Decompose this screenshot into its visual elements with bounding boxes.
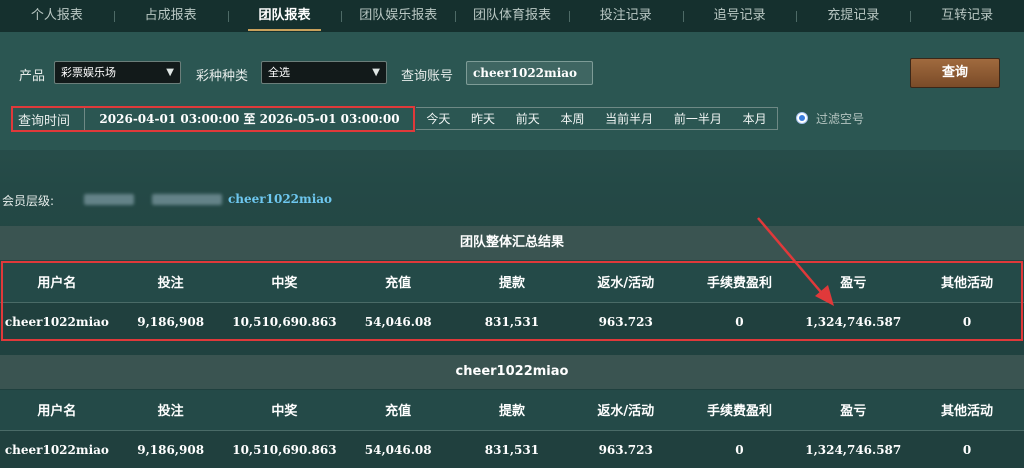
summary-title: 团队整体汇总结果 bbox=[0, 226, 1024, 260]
table-cell: 0 bbox=[682, 429, 797, 468]
column-header: 提款 bbox=[455, 390, 569, 430]
date-range-input[interactable]: 2026-04-01 03:00:00 至 2026-05-01 03:00:0… bbox=[84, 108, 414, 130]
table-cell: cheer1022miao bbox=[0, 429, 114, 468]
filter-empty-radio[interactable] bbox=[796, 112, 808, 124]
table-cell: 54,046.08 bbox=[341, 301, 456, 341]
column-header: 其他活动 bbox=[910, 262, 1024, 302]
table-cell: 54,046.08 bbox=[341, 429, 456, 468]
table-cell: 10,510,690.863 bbox=[227, 301, 342, 341]
table-cell: 9,186,908 bbox=[113, 429, 228, 468]
column-header: 返水/活动 bbox=[568, 390, 683, 430]
column-header: 投注 bbox=[113, 262, 228, 302]
summary-table: 用户名 投注 中奖 充值 提款 返水/活动 手续费盈利 盈亏 其他活动 chee… bbox=[0, 262, 1024, 341]
table-cell: 9,186,908 bbox=[113, 301, 228, 341]
product-select[interactable]: 彩票娱乐场 ▼ bbox=[54, 61, 181, 84]
table-cell: 963.723 bbox=[568, 429, 683, 468]
column-header: 投注 bbox=[113, 390, 228, 430]
quick-range-yesterday[interactable]: 昨天 bbox=[471, 110, 495, 127]
table-row: cheer1022miao 9,186,908 10,510,690.863 5… bbox=[0, 301, 1024, 341]
tab-chase-records[interactable]: 追号记录 bbox=[682, 0, 797, 32]
tab-team-entertainment-report[interactable]: 团队娱乐报表 bbox=[341, 0, 455, 32]
account-input[interactable] bbox=[466, 61, 593, 85]
tab-bet-records[interactable]: 投注记录 bbox=[568, 0, 683, 32]
detail-table: 用户名 投注 中奖 充值 提款 返水/活动 手续费盈利 盈亏 其他活动 chee… bbox=[0, 390, 1024, 468]
blurred-level-segment bbox=[152, 194, 222, 205]
tab-team-sports-report[interactable]: 团队体育报表 bbox=[455, 0, 569, 32]
lottery-type-select[interactable]: 全选 ▼ bbox=[261, 61, 387, 84]
product-label: 产品 bbox=[19, 69, 46, 84]
tab-deposit-withdraw-records[interactable]: 充提记录 bbox=[796, 0, 910, 32]
column-header: 盈亏 bbox=[796, 390, 911, 430]
tab-team-report[interactable]: 团队报表 bbox=[227, 0, 342, 32]
table-cell: 963.723 bbox=[568, 301, 683, 341]
quick-range-group: 今天 昨天 前天 本周 当前半月 前一半月 本月 bbox=[416, 107, 778, 130]
column-header: 中奖 bbox=[227, 390, 342, 430]
table-header-row: 用户名 投注 中奖 充值 提款 返水/活动 手续费盈利 盈亏 其他活动 bbox=[0, 390, 1024, 430]
table-cell: 0 bbox=[910, 429, 1024, 468]
detail-title: cheer1022miao bbox=[0, 355, 1024, 389]
table-row: cheer1022miao 9,186,908 10,510,690.863 5… bbox=[0, 429, 1024, 468]
table-cell: 10,510,690.863 bbox=[227, 429, 342, 468]
filter-empty-label[interactable]: 过滤空号 bbox=[816, 110, 864, 127]
chevron-down-icon: ▼ bbox=[372, 67, 380, 78]
tab-share-report[interactable]: 占成报表 bbox=[113, 0, 228, 32]
table-cell: 1,324,746.587 bbox=[796, 301, 911, 341]
member-level-account-link[interactable]: cheer1022miao bbox=[228, 192, 332, 206]
quick-range-current-half-month[interactable]: 当前半月 bbox=[605, 110, 653, 127]
top-nav: 个人报表 占成报表 团队报表 团队娱乐报表 团队体育报表 投注记录 追号记录 充… bbox=[0, 0, 1024, 32]
column-header: 充值 bbox=[341, 390, 456, 430]
column-header: 手续费盈利 bbox=[682, 390, 797, 430]
tab-transfer-records[interactable]: 互转记录 bbox=[910, 0, 1024, 32]
quick-range-this-month[interactable]: 本月 bbox=[743, 110, 767, 127]
column-header: 充值 bbox=[341, 262, 456, 302]
member-level-label: 会员层级: bbox=[2, 194, 55, 208]
quick-range-day-before[interactable]: 前天 bbox=[516, 110, 540, 127]
table-cell: 831,531 bbox=[455, 301, 569, 341]
table-cell: 831,531 bbox=[455, 429, 569, 468]
quick-range-today[interactable]: 今天 bbox=[426, 110, 450, 127]
column-header: 中奖 bbox=[227, 262, 342, 302]
column-header: 盈亏 bbox=[796, 262, 911, 302]
column-header: 其他活动 bbox=[910, 390, 1024, 430]
lottery-type-select-value: 全选 bbox=[268, 66, 290, 79]
table-cell: 1,324,746.587 bbox=[796, 429, 911, 468]
product-select-value: 彩票娱乐场 bbox=[61, 66, 116, 79]
table-cell: cheer1022miao bbox=[0, 301, 114, 341]
table-header-row: 用户名 投注 中奖 充值 提款 返水/活动 手续费盈利 盈亏 其他活动 bbox=[0, 262, 1024, 302]
lottery-type-label: 彩种种类 bbox=[196, 69, 249, 84]
query-button[interactable]: 查询 bbox=[910, 58, 1000, 88]
column-header: 用户名 bbox=[0, 390, 114, 430]
quick-range-this-week[interactable]: 本周 bbox=[560, 110, 584, 127]
account-label: 查询账号 bbox=[401, 69, 454, 84]
table-cell: 0 bbox=[910, 301, 1024, 341]
tab-personal-report[interactable]: 个人报表 bbox=[0, 0, 114, 32]
column-header: 手续费盈利 bbox=[682, 262, 797, 302]
time-label: 查询时间 bbox=[18, 114, 71, 129]
blurred-level-segment bbox=[84, 194, 134, 205]
filter-panel bbox=[0, 32, 1024, 150]
quick-range-previous-half-month[interactable]: 前一半月 bbox=[674, 110, 722, 127]
table-cell: 0 bbox=[682, 301, 797, 341]
column-header: 提款 bbox=[455, 262, 569, 302]
column-header: 返水/活动 bbox=[568, 262, 683, 302]
column-header: 用户名 bbox=[0, 262, 114, 302]
chevron-down-icon: ▼ bbox=[166, 67, 174, 78]
